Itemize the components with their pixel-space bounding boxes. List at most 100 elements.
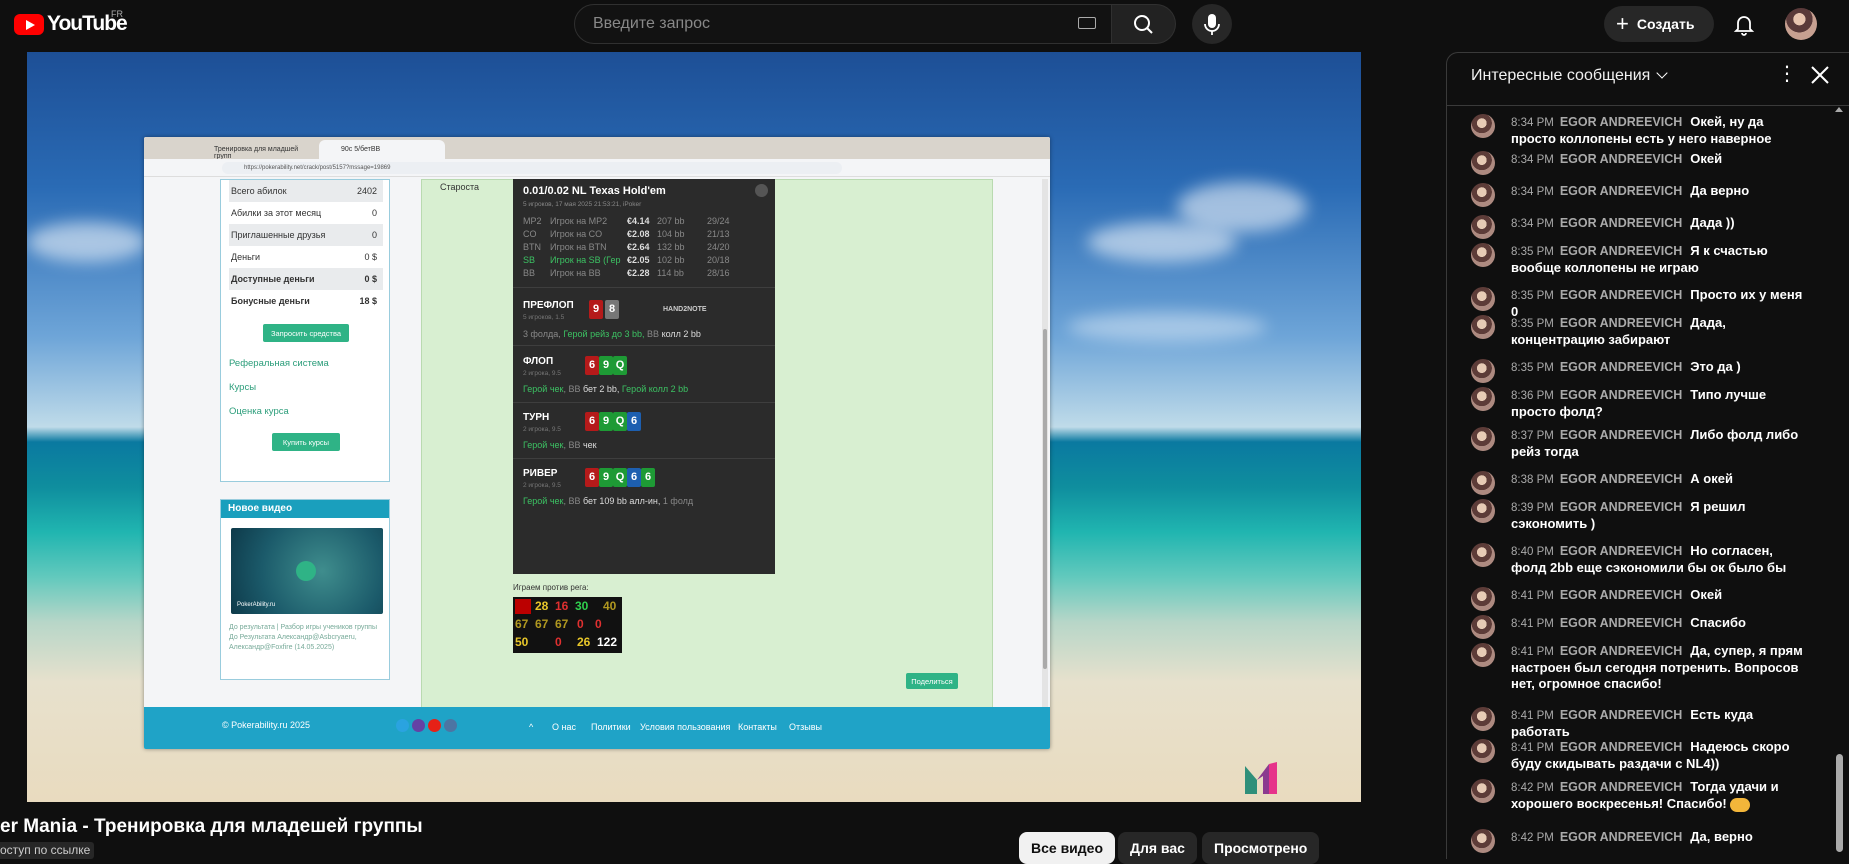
browser-tab-active: 90с 5/бетBB [319, 140, 445, 159]
avatar [1471, 779, 1495, 803]
browser-url: https://pokerability.net/crack/post/5157… [222, 162, 842, 174]
notifications-bell-icon[interactable] [1730, 10, 1758, 38]
country-code: FR [111, 9, 123, 19]
browser-tab: Тренировка для младшей групп [214, 146, 299, 160]
search-button[interactable] [1112, 4, 1176, 44]
footer-link: Отзывы [789, 722, 822, 732]
youtube-logo[interactable]: YouTube [14, 12, 128, 36]
turn-section: ТУРН 2 игрока, 9.5 6 9 Q 6 Герой чек, BB… [513, 402, 775, 458]
avatar [1471, 114, 1495, 138]
player-row: CO Игрок на CO €2.08 104 bb 21/13 [523, 229, 730, 239]
youtube-play-icon [14, 13, 44, 35]
hand-title: 0.01/0.02 NL Texas Hold'em [523, 185, 666, 197]
avatar [1471, 243, 1495, 267]
request-funds-button: Запросить средства [263, 324, 349, 342]
video-player[interactable]: Тренировка для младшей групп 90с 5/бетBB… [27, 52, 1361, 802]
vk-icon [444, 719, 457, 732]
create-label: Создать [1636, 16, 1695, 32]
stat-row: Доступные деньги 0 $ [229, 268, 383, 290]
more-options-icon[interactable]: ⋮ [1777, 63, 1797, 89]
card: Q [613, 412, 627, 431]
footer-link: Контакты [738, 722, 777, 732]
telegram-icon [396, 719, 409, 732]
avatar [1471, 829, 1495, 853]
site-footer: © Pokerability.ru 2025 ^ О нас Политики … [144, 707, 1050, 749]
card: 6 [585, 468, 599, 487]
scrollbar [1042, 179, 1048, 707]
avatar [1471, 183, 1495, 207]
card: Q [613, 356, 627, 375]
account-panel: Всего абилок 2402 Абилки за этот месяц 0 П… [220, 179, 390, 482]
hud-color-block [515, 599, 531, 614]
play-vs-label: Играем против рега: [513, 583, 589, 592]
footer-link: Условия пользования [640, 722, 731, 732]
account-avatar[interactable] [1785, 8, 1817, 40]
player-row: MP2 Игрок на MP2 €4.14 207 bb 29/24 [523, 216, 730, 226]
hand2note-logo: HAND2NOTE [663, 306, 707, 313]
twitch-icon [412, 719, 425, 732]
flop-section: ФЛОП 2 игрока, 9.5 6 9 Q Герой чек, BB б… [513, 345, 775, 402]
video-thumbnail: PokerAbility.ru [231, 528, 383, 614]
play-icon [296, 561, 316, 581]
avatar [1471, 151, 1495, 175]
scroll-up-icon[interactable] [1835, 107, 1843, 112]
chat-heading: Интересные сообщения [1471, 67, 1651, 84]
copyright: © Pokerability.ru 2025 [222, 720, 311, 730]
search-input[interactable]: Введите запрос [574, 4, 1112, 44]
footer-link: О нас [552, 722, 576, 732]
search-icon [1134, 15, 1153, 34]
masthead: YouTube FR Введите запрос + Создать [0, 0, 1849, 52]
hud-stats: 28 16 30 40 67 67 67 0 0 50 0 26 122 [513, 597, 622, 653]
card: 6 [627, 468, 641, 487]
stat-row: Всего абилок 2402 [229, 180, 383, 202]
footer-link: Политики [591, 722, 631, 732]
avatar [1471, 739, 1495, 763]
card: 9 [599, 412, 613, 431]
live-chat-panel: Интересные сообщения ⋮ 8:34 PM EGOR ANDRE… [1446, 52, 1849, 859]
chat-mode-dropdown[interactable]: Интересные сообщения [1471, 67, 1668, 85]
chip-all-videos[interactable]: Все видео [1019, 832, 1116, 864]
plus-icon: + [1616, 11, 1629, 36]
avatar [1471, 543, 1495, 567]
avatar [1471, 643, 1495, 667]
avatar [1471, 615, 1495, 639]
close-icon[interactable] [1809, 64, 1831, 86]
create-button[interactable]: + Создать [1604, 6, 1714, 42]
avatar [1471, 215, 1495, 239]
browser-urlbar: https://pokerability.net/crack/post/5157… [144, 159, 1050, 177]
card: 9 [589, 300, 603, 319]
channel-watermark-icon [1245, 762, 1277, 794]
avatar [1471, 471, 1495, 495]
preflop-section: ПРЕФЛОП 5 игроков, 1.5 9 8 HAND2NOTE 3 ф… [513, 287, 775, 345]
new-video-panel: Новое видео PokerAbility.ru До результат… [220, 499, 390, 680]
course-rating-link: Оценка курса [229, 406, 289, 417]
microphone-icon [1204, 14, 1220, 35]
browser-tabbar: Тренировка для младшей групп 90с 5/бетBB [144, 137, 1050, 160]
chevron-down-icon [1656, 67, 1668, 79]
avatar [1471, 387, 1495, 411]
youtube-icon [428, 719, 441, 732]
card: Q [613, 468, 627, 487]
avatar [1471, 287, 1495, 311]
hand-subtitle: 5 игроков, 17 мая 2025 21:53:21, iPoker [523, 201, 642, 208]
screen-recording: Тренировка для младшей групп 90с 5/бетBB… [144, 137, 1050, 749]
keyboard-icon[interactable] [1078, 17, 1096, 29]
stat-row: Бонусные деньги 18 $ [231, 296, 377, 306]
voice-search-button[interactable] [1192, 4, 1232, 44]
avatar [1471, 707, 1495, 731]
chip-watched[interactable]: Просмотрено [1202, 832, 1320, 864]
chip-for-you[interactable]: Для вас [1118, 832, 1197, 864]
hand-history: 0.01/0.02 NL Texas Hold'em 5 игроков, 17… [513, 179, 775, 574]
buy-courses-button: Купить курсы [272, 433, 340, 451]
stat-row: Деньги 0 $ [231, 252, 377, 262]
player-row: BB Игрок на BB €2.28 114 bb 28/16 [523, 268, 730, 278]
card: 6 [627, 412, 641, 431]
chat-scrollbar-thumb[interactable] [1836, 754, 1843, 852]
author-rank: Староста [440, 182, 480, 192]
visibility-badge: оступ по ссылке [0, 842, 95, 859]
new-video-caption: До результата | Разбор игры учеников гру… [229, 624, 377, 651]
scroll-top-icon: ^ [529, 722, 534, 732]
stat-row: Приглашенные друзья 0 [229, 224, 383, 246]
new-video-heading: Новое видео [221, 500, 389, 518]
share-button: Поделиться [906, 673, 958, 689]
